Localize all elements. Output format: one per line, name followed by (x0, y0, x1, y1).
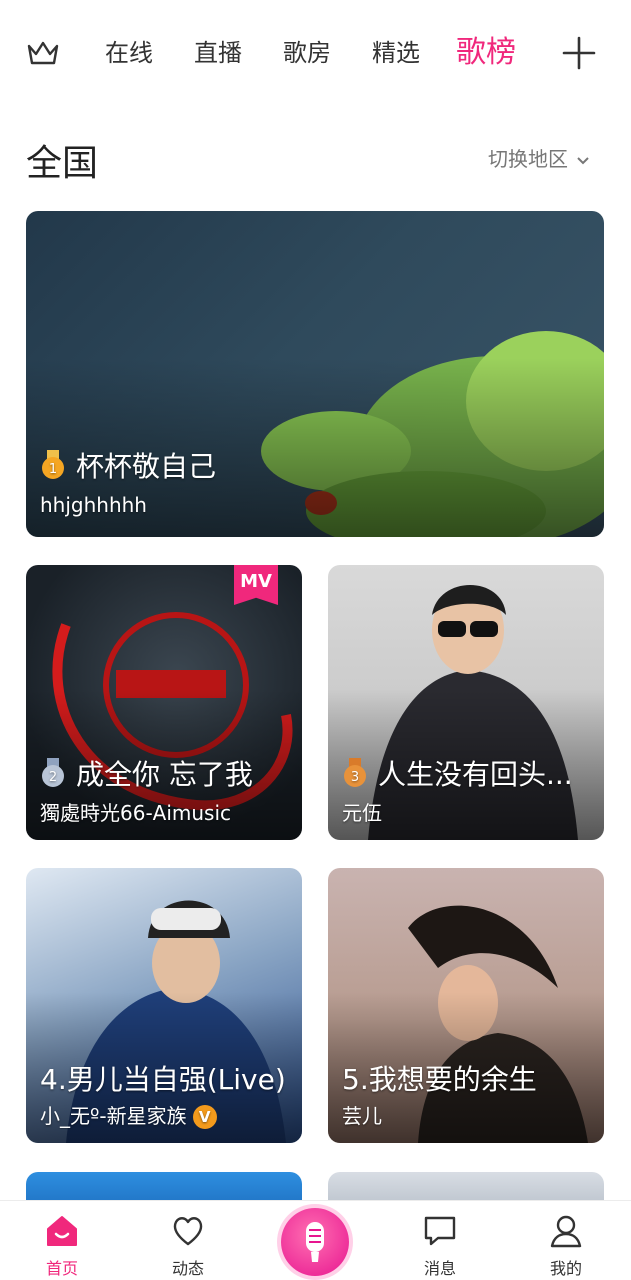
sing-mic-button[interactable] (281, 1208, 349, 1276)
plus-icon[interactable] (560, 36, 598, 70)
tab-bar: 在线 直播 歌房 精选 歌榜 (0, 28, 631, 78)
svg-text:2: 2 (49, 770, 57, 785)
nav-feed-label: 动态 (171, 1259, 204, 1278)
region-switch-label: 切换地区 (488, 147, 568, 171)
chart-card-1[interactable]: 1 杯杯敬自己 hhjghhhhh (26, 211, 604, 537)
singer-name: 元伍 (342, 801, 382, 825)
svg-text:3: 3 (351, 770, 359, 785)
nav-home[interactable]: 首页 (17, 1201, 107, 1280)
nav-feed[interactable]: 动态 (143, 1201, 233, 1280)
song-title: 4.男儿当自强(Live) (40, 1063, 286, 1096)
singer-name: 獨處時光66-Aimusic (40, 801, 232, 825)
nav-messages[interactable]: 消息 (395, 1201, 485, 1280)
message-icon (424, 1216, 456, 1246)
microphone-icon (306, 1222, 324, 1262)
bronze-medal-icon: 3 (344, 758, 366, 787)
chart-card-4[interactable]: 4.男儿当自强(Live) 小_无º-新星家族 V (26, 868, 302, 1143)
home-icon (47, 1216, 77, 1246)
svg-text:1: 1 (49, 462, 57, 477)
silver-medal-icon: 2 (42, 758, 64, 787)
singer-name: 芸儿 (342, 1104, 382, 1128)
song-title: 5.我想要的余生 (342, 1063, 537, 1096)
nav-messages-label: 消息 (423, 1259, 456, 1278)
singer-name: hhjghhhhh (40, 493, 147, 517)
singer-name: 小_无º-新星家族 V (40, 1100, 217, 1129)
heart-icon (173, 1217, 203, 1246)
chart-card-5[interactable]: 5.我想要的余生 芸儿 (328, 868, 604, 1143)
verified-badge: V (192, 1105, 217, 1129)
chart-card-2[interactable]: MV 2 成全你 忘了我 獨處時光66-Aimusic (26, 565, 302, 840)
tab-charts[interactable]: 歌榜 (456, 28, 516, 78)
chevron-down-icon (577, 156, 589, 164)
nav-profile[interactable]: 我的 (521, 1201, 611, 1280)
gold-medal-icon: 1 (42, 450, 64, 479)
song-title: 2 成全你 忘了我 (40, 753, 253, 793)
user-icon (550, 1215, 582, 1248)
nav-home-label: 首页 (45, 1259, 78, 1278)
tab-featured[interactable]: 精选 (372, 28, 420, 78)
tab-ktv-room[interactable]: 歌房 (283, 28, 331, 78)
region-switch-button[interactable]: 切换地区 (488, 143, 590, 172)
chart-card-3[interactable]: 3 人生没有回头... 元伍 (328, 565, 604, 840)
nav-profile-label: 我的 (549, 1259, 582, 1278)
tab-online[interactable]: 在线 (105, 28, 153, 78)
song-title: 1 杯杯敬自己 (40, 445, 216, 485)
song-title: 3 人生没有回头... (342, 753, 573, 793)
tab-live[interactable]: 直播 (194, 28, 242, 78)
region-title: 全国 (26, 143, 99, 184)
top-nav: 在线 直播 歌房 精选 歌榜 (0, 0, 631, 105)
